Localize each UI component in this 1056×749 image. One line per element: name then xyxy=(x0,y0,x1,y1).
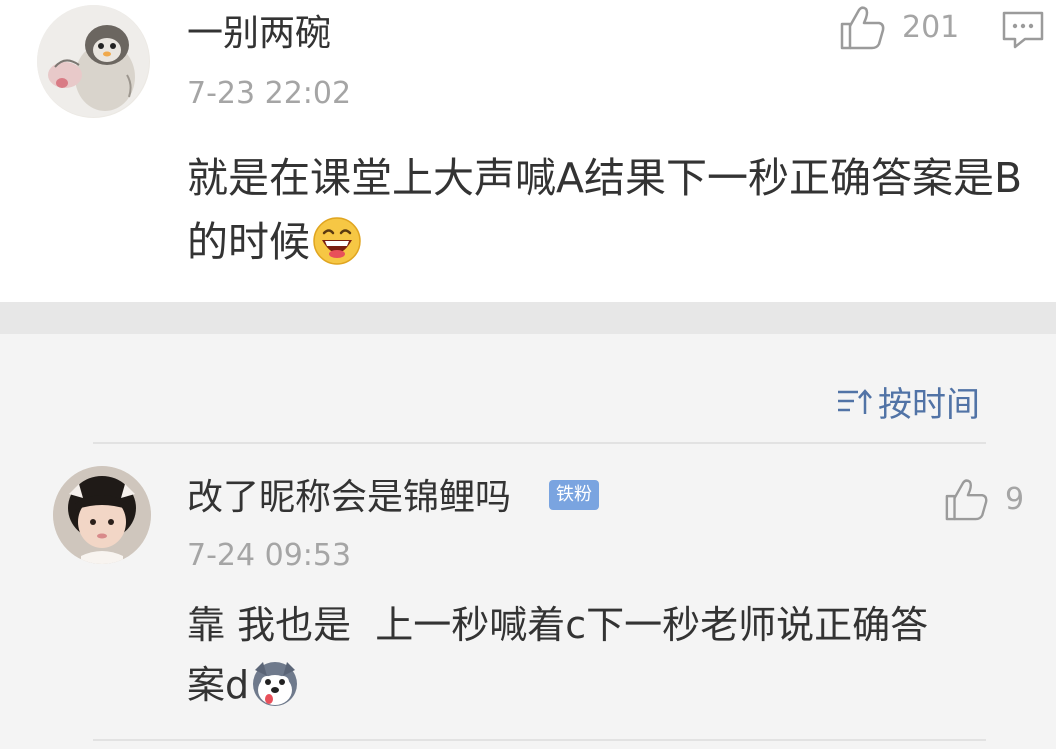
reply-text-line2: 案d xyxy=(187,663,250,707)
comment-bubble-icon xyxy=(1002,11,1044,49)
reply-timestamp: 7-24 09:53 xyxy=(187,538,352,573)
reply-like-count: 9 xyxy=(1005,481,1025,517)
laughing-emoji-icon xyxy=(312,216,362,284)
reply-username[interactable]: 改了昵称会是锦鲤吗 xyxy=(187,478,511,518)
reply-button[interactable] xyxy=(1001,10,1045,54)
reply-text-container: 靠 我也是 上一秒喊着c下一秒老师说正确答 案d xyxy=(187,595,1027,725)
girl-avatar-icon xyxy=(53,466,151,564)
avatar[interactable] xyxy=(37,5,150,118)
section-divider xyxy=(0,302,1056,334)
thumbs-up-icon xyxy=(840,6,885,50)
sort-label: 按时间 xyxy=(878,385,980,425)
penguin-avatar-icon xyxy=(37,5,149,117)
comment-like-button[interactable]: 201 xyxy=(838,4,959,50)
comment-username[interactable]: 一别两碗 xyxy=(187,14,331,54)
comment-timestamp: 7-23 22:02 xyxy=(187,76,352,111)
comment-like-count: 201 xyxy=(902,9,960,45)
reply-avatar[interactable] xyxy=(53,466,151,564)
bottom-divider-line xyxy=(93,739,986,741)
fan-badge: 铁粉 xyxy=(549,480,599,510)
husky-emoji-icon xyxy=(251,660,299,725)
top-comment-card: 一别两碗 7-23 22:02 201 就是在课堂上大声喊A结果下一秒正确答案是… xyxy=(0,0,1056,302)
reply-like-button[interactable]: 9 xyxy=(943,477,1024,521)
sort-by-time-button[interactable]: 按时间 xyxy=(836,377,980,426)
divider-line xyxy=(93,442,986,444)
comment-text-container: 就是在课堂上大声喊A结果下一秒正确答案是B的时候 xyxy=(187,146,1037,284)
reply-text-line2-row: 案d xyxy=(187,655,1027,725)
sort-icon xyxy=(838,388,872,414)
reply-text-line1: 靠 我也是 上一秒喊着c下一秒老师说正确答 xyxy=(187,603,929,647)
thumbs-up-icon xyxy=(945,479,988,521)
